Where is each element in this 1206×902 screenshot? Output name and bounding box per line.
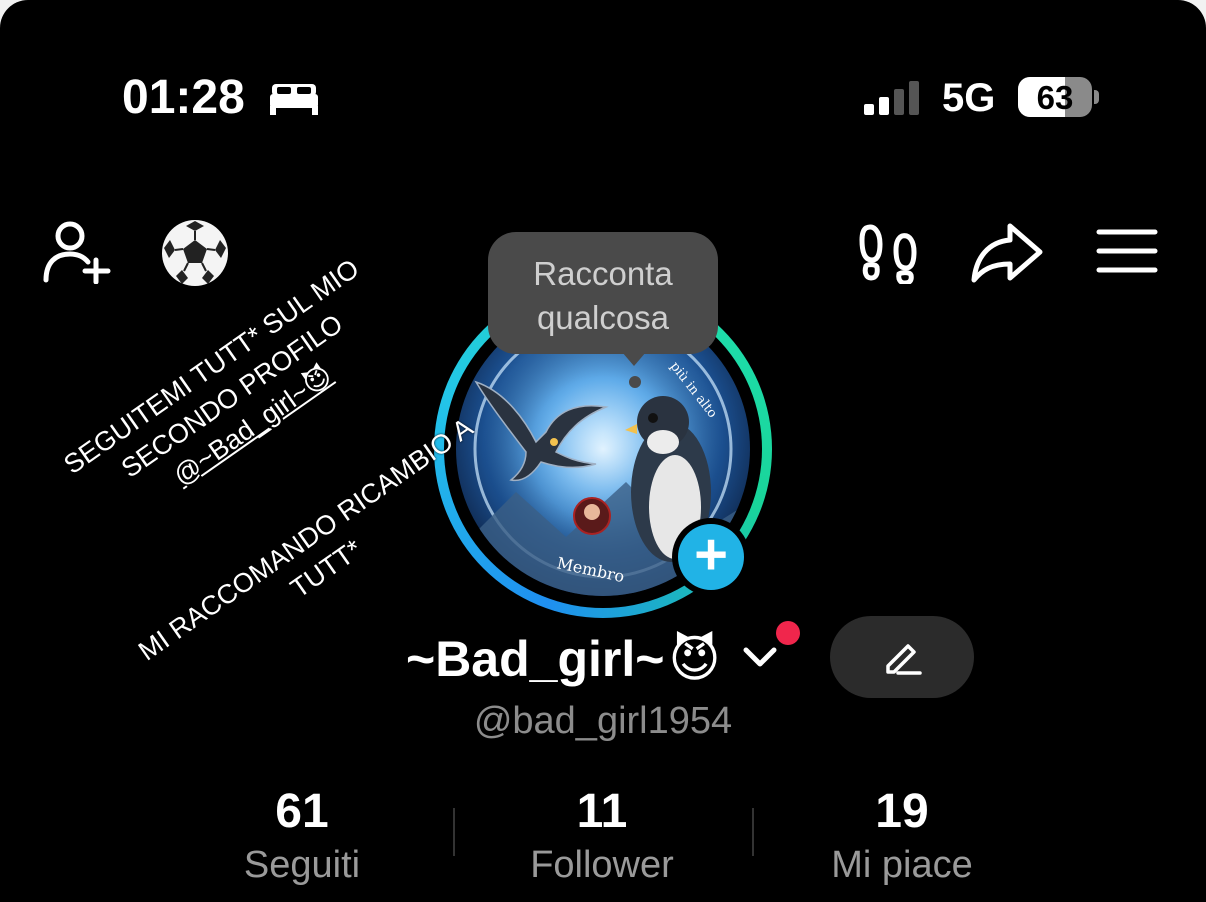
stat-followers[interactable]: 11 Follower — [452, 782, 752, 888]
tooltip-tail — [622, 352, 646, 366]
menu-icon[interactable] — [1096, 228, 1158, 281]
stat-likes-label: Mi piace — [831, 844, 973, 886]
bed-icon — [268, 80, 320, 121]
tooltip-line-2: qualcosa — [536, 299, 670, 336]
overlay-line-2: SECONDO PROFILO — [115, 308, 349, 484]
profile-handle: @bad_girl1954 — [473, 700, 733, 742]
tooltip-bubble[interactable]: Racconta qualcosa — [488, 232, 718, 354]
status-time: 01:28 — [122, 71, 245, 124]
footprints-icon[interactable] — [858, 222, 918, 289]
battery-tip — [1094, 90, 1099, 104]
battery-percent: 63 — [1036, 79, 1074, 116]
stat-followers-label: Follower — [530, 844, 674, 886]
notification-dot — [776, 621, 800, 645]
stat-followers-value: 11 — [576, 785, 628, 838]
stat-likes[interactable]: 19 Mi piace — [752, 782, 1052, 888]
pencil-icon — [886, 644, 922, 675]
stat-following-label: Seguiti — [243, 844, 361, 886]
devil-emoji-icon: 😈 — [668, 631, 721, 687]
stat-following-value: 61 — [275, 785, 329, 838]
edit-profile-button[interactable] — [830, 616, 974, 698]
plus-icon: + — [678, 524, 744, 590]
profile-name: ~Bad_girl~ — [406, 631, 665, 687]
profile-name-row[interactable]: ~Bad_girl~ 😈 — [406, 624, 777, 694]
share-icon[interactable] — [970, 222, 1044, 289]
chevron-down-icon[interactable] — [743, 646, 777, 673]
add-story-button[interactable]: + — [672, 518, 750, 596]
profile-screen: 01:28 5G 63 Membro più in alto + Raccont… — [0, 0, 1206, 902]
tooltip-line-1: Racconta — [533, 255, 673, 292]
add-user-icon[interactable] — [42, 220, 114, 289]
battery-indicator: 63 — [1018, 77, 1092, 117]
network-type: 5G — [942, 76, 996, 120]
stat-likes-value: 19 — [875, 785, 929, 838]
signal-icon — [864, 80, 924, 121]
stat-following[interactable]: 61 Seguiti — [152, 782, 452, 888]
soccer-ball-icon[interactable] — [160, 218, 230, 293]
tooltip-dot — [629, 376, 641, 388]
